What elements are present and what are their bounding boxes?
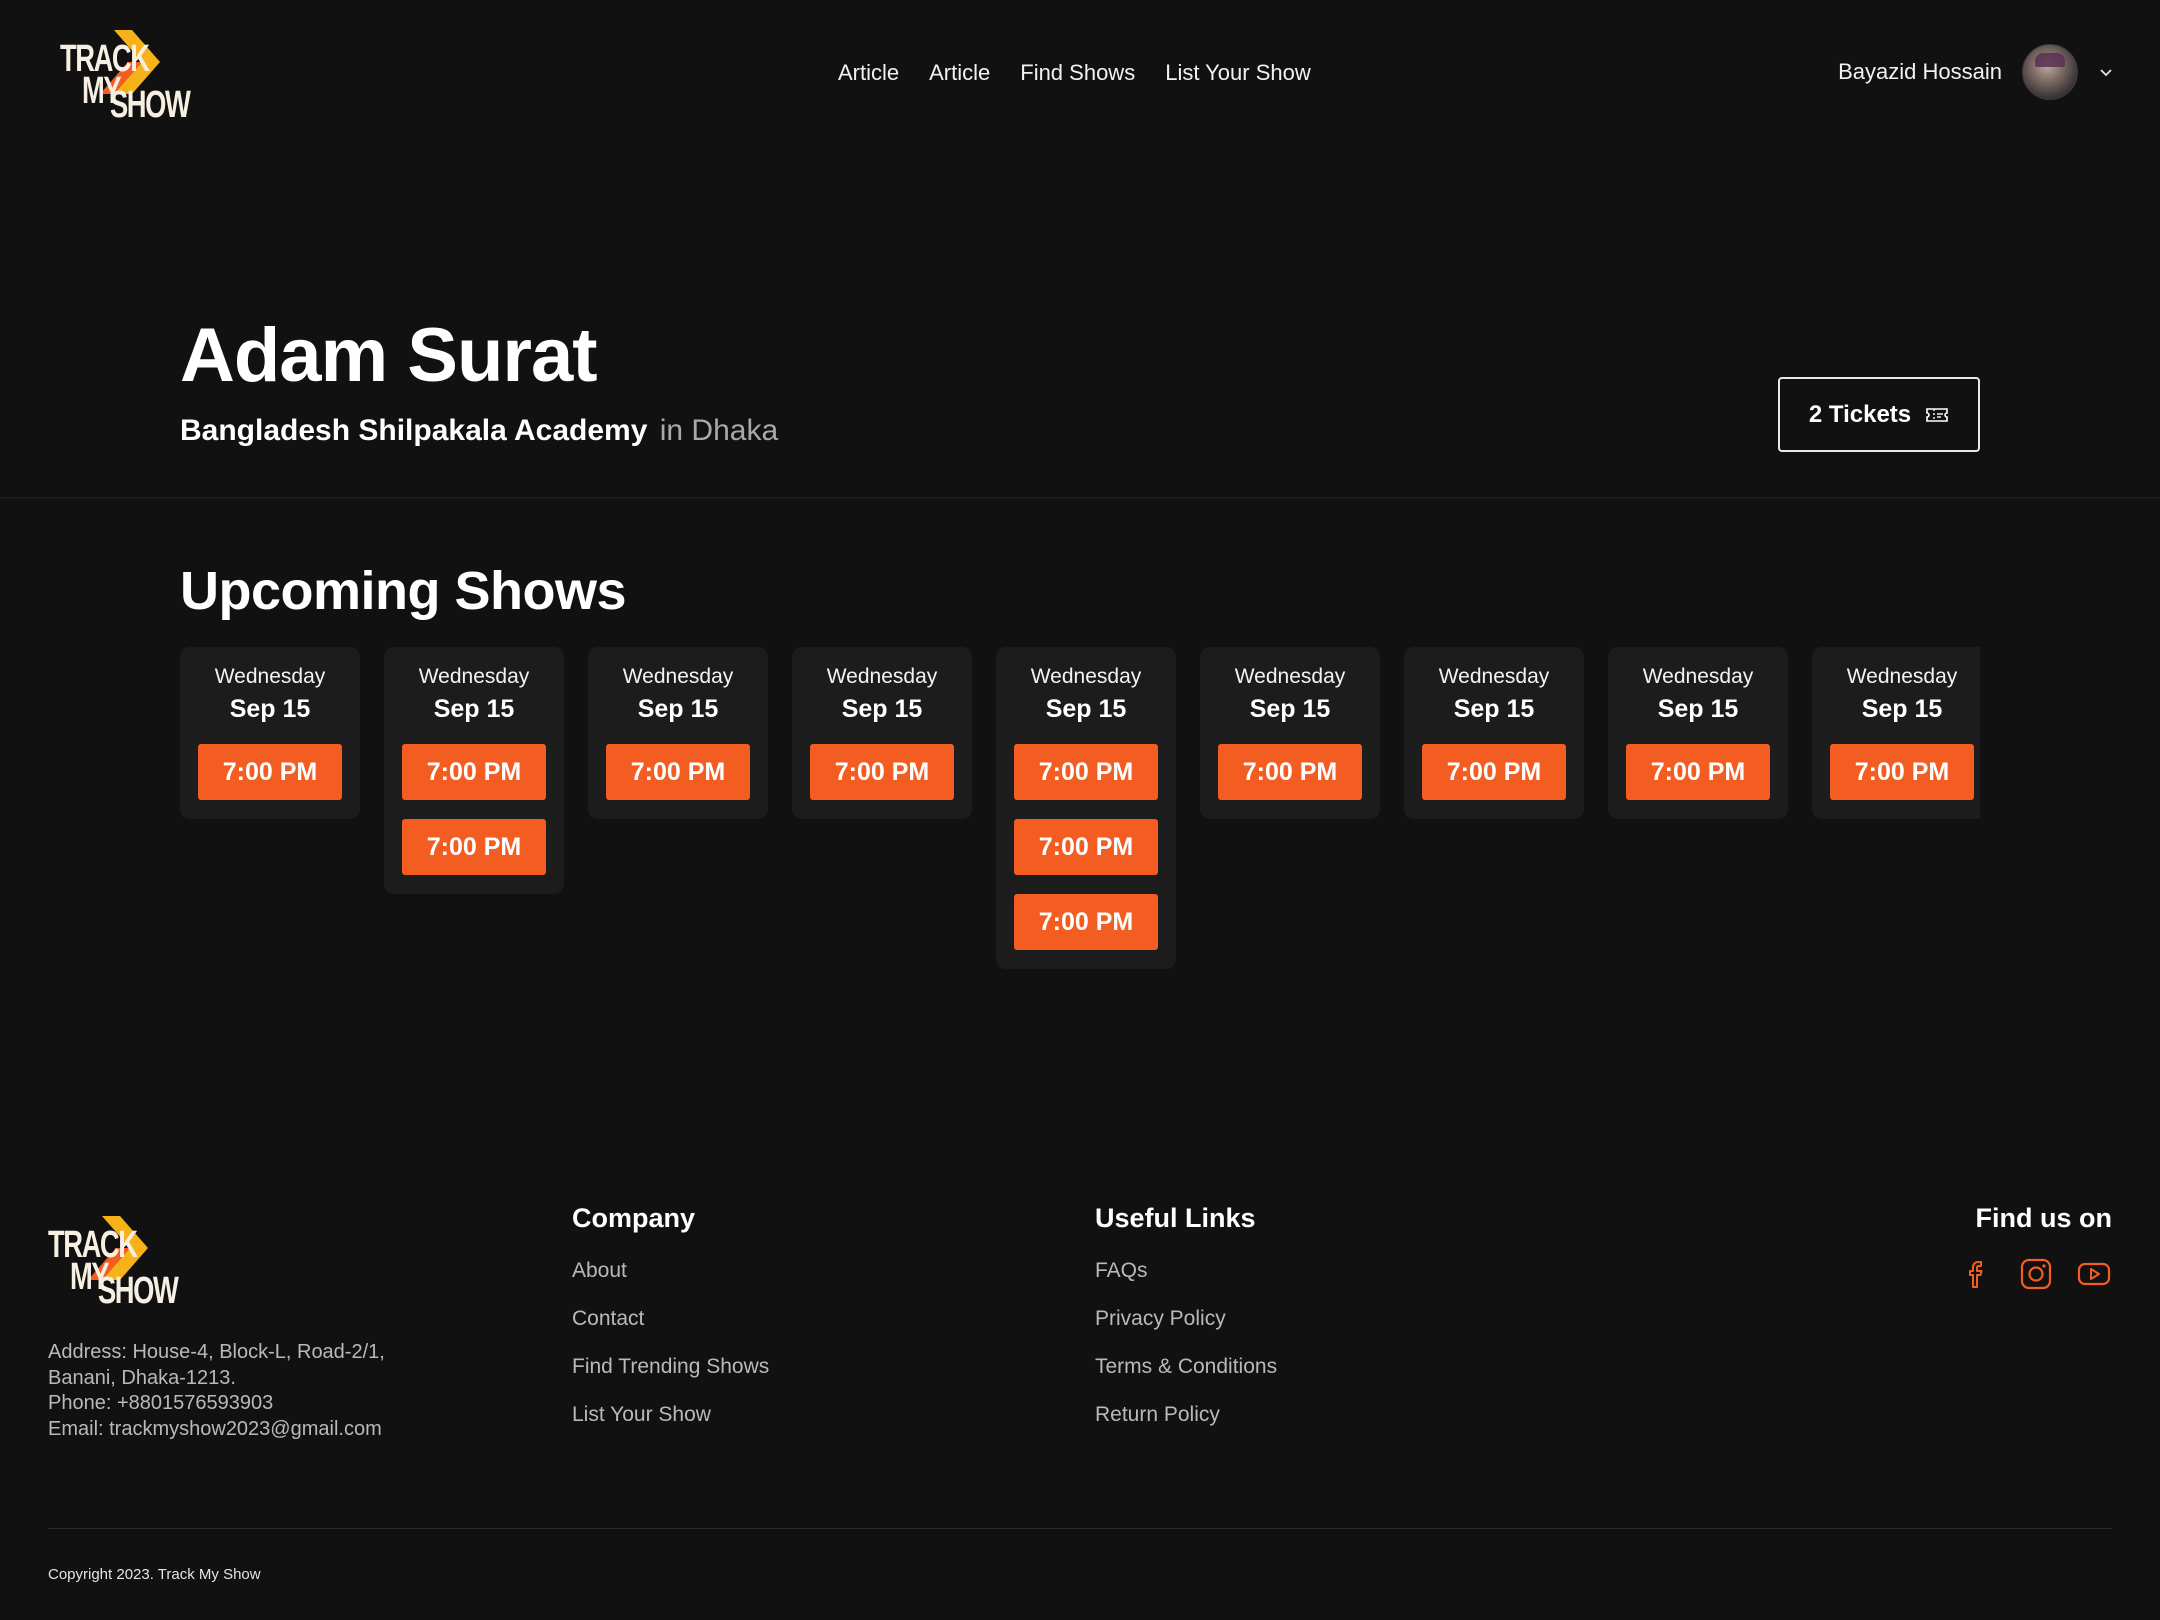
useful-links-heading: Useful Links xyxy=(1095,1203,1256,1233)
social-links xyxy=(1960,1256,2112,1292)
showtimes: 7:00 PM xyxy=(1218,744,1362,819)
facebook-icon[interactable] xyxy=(1960,1256,1996,1292)
show-date: Sep 15 xyxy=(229,695,311,723)
logo-text-show: SHOW xyxy=(110,84,191,126)
showtime-button[interactable]: 7:00 PM xyxy=(1626,744,1770,800)
avatar[interactable] xyxy=(2022,44,2078,100)
user-name: Bayazid Hossain xyxy=(1838,59,2002,84)
show-date-card: Wednesday Sep 15 7:00 PM xyxy=(1608,647,1788,819)
show-weekday: Wednesday xyxy=(1438,665,1550,688)
show-date-card: Wednesday Sep 15 7:00 PM xyxy=(1200,647,1380,819)
footer-company: Company About Contact Find Trending Show… xyxy=(572,1203,769,1451)
find-us-heading: Find us on xyxy=(1975,1203,2112,1233)
showtimes: 7:00 PM xyxy=(1422,744,1566,819)
show-weekday: Wednesday xyxy=(214,665,326,688)
show-date: Sep 15 xyxy=(637,695,719,723)
showtimes: 7:00 PM xyxy=(810,744,954,819)
showtime-button[interactable]: 7:00 PM xyxy=(1422,744,1566,800)
showtimes: 7:00 PM xyxy=(606,744,750,819)
footer-link-privacy[interactable]: Privacy Policy xyxy=(1095,1307,1277,1331)
ticket-icon xyxy=(1926,407,1948,422)
footer-link-list-show[interactable]: List Your Show xyxy=(572,1403,769,1427)
showtimes: 7:00 PM 7:00 PM 7:00 PM xyxy=(1014,744,1158,969)
show-weekday: Wednesday xyxy=(826,665,938,688)
youtube-icon[interactable] xyxy=(2076,1256,2112,1292)
show-dates-list: Wednesday Sep 15 7:00 PM Wednesday Sep 15 7:0… xyxy=(180,647,1980,977)
show-date-card: Wednesday Sep 15 7:00 PM xyxy=(1812,647,1980,819)
show-weekday: Wednesday xyxy=(1234,665,1346,688)
footer-link-terms[interactable]: Terms & Conditions xyxy=(1095,1355,1277,1379)
chevron-down-icon[interactable] xyxy=(2098,64,2114,80)
show-date: Sep 15 xyxy=(841,695,923,723)
company-heading: Company xyxy=(572,1203,696,1233)
show-date-card: Wednesday Sep 15 7:00 PM xyxy=(1404,647,1584,819)
showtimes: 7:00 PM xyxy=(1830,744,1974,819)
address-line: Address: House-4, Block-L, Road-2/1, xyxy=(48,1341,385,1363)
showtimes: 7:00 PM xyxy=(198,744,342,819)
instagram-icon[interactable] xyxy=(2018,1256,2054,1292)
show-title: Adam Surat xyxy=(180,313,598,398)
show-location: Bangladesh Shilpakala Academy in Dhaka xyxy=(180,414,778,448)
footer-link-contact[interactable]: Contact xyxy=(572,1307,769,1331)
show-date-card: Wednesday Sep 15 7:00 PM xyxy=(792,647,972,819)
show-weekday: Wednesday xyxy=(1846,665,1958,688)
hero-divider xyxy=(0,497,2160,499)
showtime-button[interactable]: 7:00 PM xyxy=(402,744,546,800)
header-logo[interactable]: TRACK MY SHOW xyxy=(58,28,191,124)
copyright: Copyright 2023. Track My Show xyxy=(48,1566,261,1583)
venue-name: Bangladesh Shilpakala Academy xyxy=(180,414,648,447)
main-nav: Article Article Find Shows List Your Sho… xyxy=(838,60,1311,86)
footer-useful-links: Useful Links FAQs Privacy Policy Terms &… xyxy=(1095,1203,1277,1451)
show-weekday: Wednesday xyxy=(1030,665,1142,688)
phone-line: Phone: +8801576593903 xyxy=(48,1392,274,1414)
nav-article-1[interactable]: Article xyxy=(838,60,899,86)
show-weekday: Wednesday xyxy=(418,665,530,688)
nav-list-your-show[interactable]: List Your Show xyxy=(1165,60,1311,86)
email-line: Email: trackmyshow2023@gmail.com xyxy=(48,1417,382,1440)
site-header: TRACK MY SHOW Article Article Find Shows… xyxy=(0,0,2160,150)
showtime-button[interactable]: 7:00 PM xyxy=(606,744,750,800)
show-date-card: Wednesday Sep 15 7:00 PM 7:00 PM xyxy=(384,647,564,894)
footer-divider xyxy=(48,1528,2112,1529)
showtimes: 7:00 PM 7:00 PM xyxy=(402,744,546,894)
upcoming-shows-title: Upcoming Shows xyxy=(180,561,627,621)
showtime-button[interactable]: 7:00 PM xyxy=(1830,744,1974,800)
address-line: Banani, Dhaka-1213. xyxy=(48,1366,236,1389)
footer-link-faqs[interactable]: FAQs xyxy=(1095,1259,1277,1283)
show-weekday: Wednesday xyxy=(1642,665,1754,688)
page: TRACK MY SHOW Article Article Find Shows… xyxy=(0,0,2160,1620)
nav-article-2[interactable]: Article xyxy=(929,60,990,86)
showtime-button[interactable]: 7:00 PM xyxy=(402,819,546,875)
show-date: Sep 15 xyxy=(433,695,515,723)
footer-logo[interactable]: TRACK MY SHOW xyxy=(46,1214,179,1310)
nav-find-shows[interactable]: Find Shows xyxy=(1020,60,1135,86)
showtime-button[interactable]: 7:00 PM xyxy=(810,744,954,800)
footer-link-return[interactable]: Return Policy xyxy=(1095,1403,1277,1427)
logo-text-show: SHOW xyxy=(98,1270,179,1312)
show-date-card: Wednesday Sep 15 7:00 PM xyxy=(180,647,360,819)
show-date: Sep 15 xyxy=(1045,695,1127,723)
showtime-button[interactable]: 7:00 PM xyxy=(1218,744,1362,800)
show-date: Sep 15 xyxy=(1657,695,1739,723)
show-date: Sep 15 xyxy=(1453,695,1535,723)
showtimes: 7:00 PM xyxy=(1626,744,1770,819)
footer-address: Address: House-4, Block-L, Road-2/1, Ban… xyxy=(48,1340,385,1442)
city-name: in Dhaka xyxy=(659,414,779,447)
footer-link-trending[interactable]: Find Trending Shows xyxy=(572,1355,769,1379)
tickets-label: 2 Tickets xyxy=(1808,400,1912,428)
show-weekday: Wednesday xyxy=(622,665,734,688)
showtime-button[interactable]: 7:00 PM xyxy=(1014,819,1158,875)
footer-social: Find us on xyxy=(1960,1203,2112,1292)
user-menu[interactable]: Bayazid Hossain xyxy=(1838,44,2114,100)
footer-link-about[interactable]: About xyxy=(572,1259,769,1283)
showtime-button[interactable]: 7:00 PM xyxy=(198,744,342,800)
show-date-card: Wednesday Sep 15 7:00 PM xyxy=(588,647,768,819)
show-date: Sep 15 xyxy=(1861,695,1943,723)
show-date-card: Wednesday Sep 15 7:00 PM 7:00 PM 7:00 PM xyxy=(996,647,1176,969)
show-date: Sep 15 xyxy=(1249,695,1331,723)
showtime-button[interactable]: 7:00 PM xyxy=(1014,894,1158,950)
tickets-button[interactable]: 2 Tickets xyxy=(1778,377,1980,452)
showtime-button[interactable]: 7:00 PM xyxy=(1014,744,1158,800)
